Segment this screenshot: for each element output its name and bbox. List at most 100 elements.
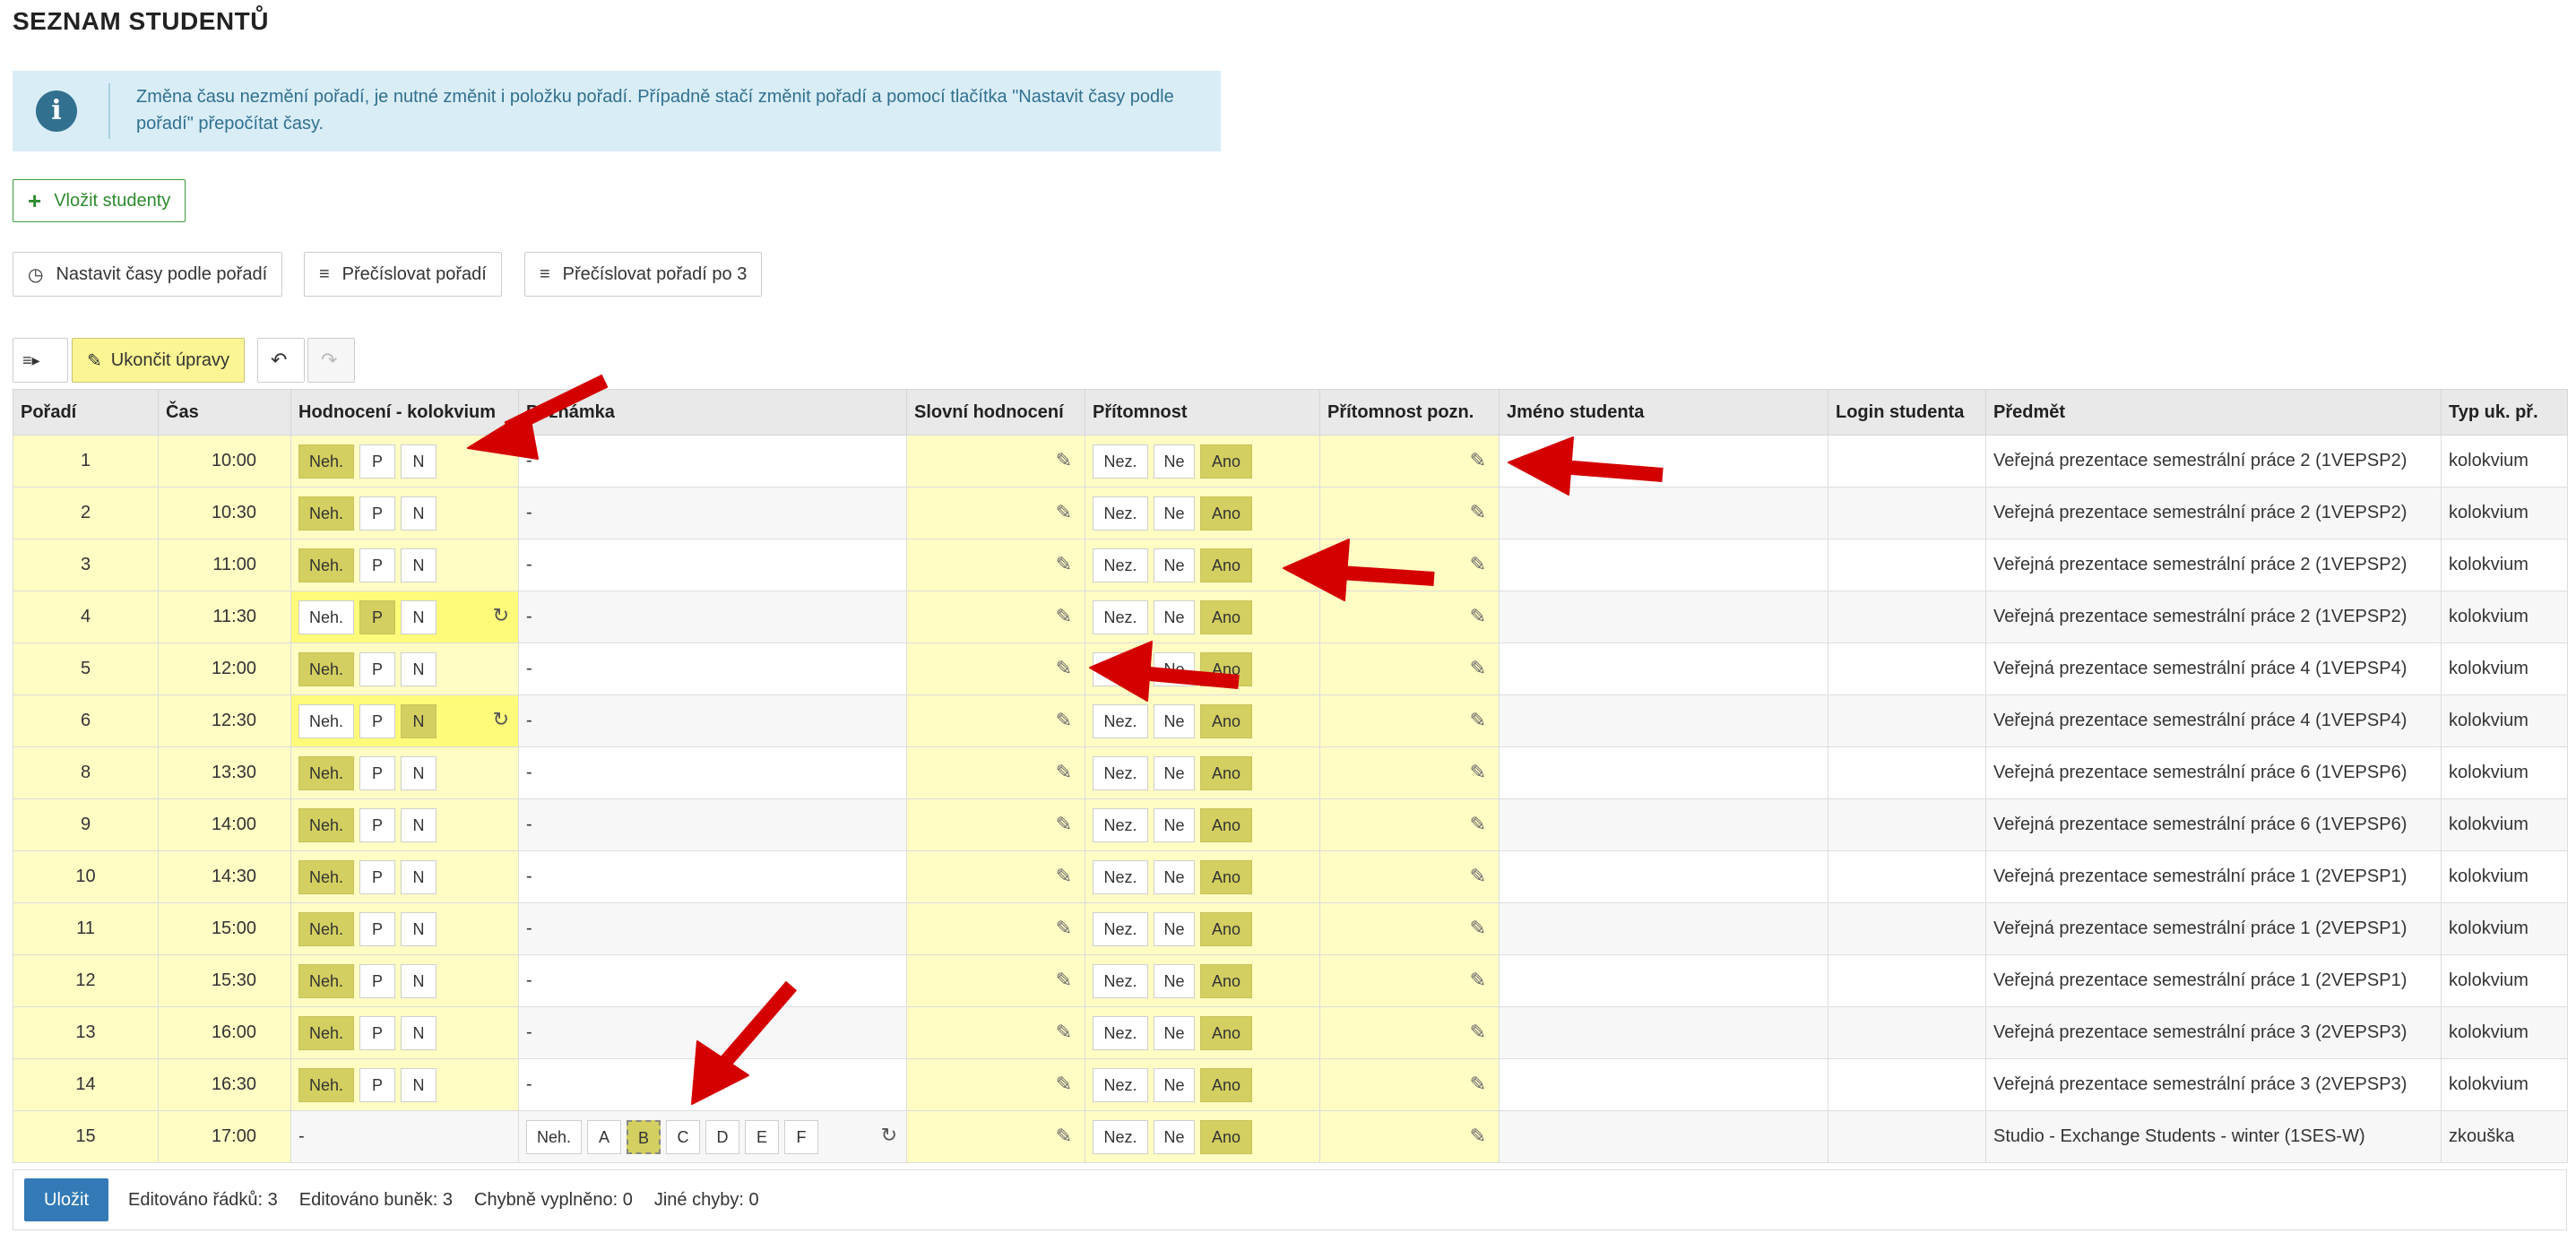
grade-choice-neh[interactable]: Neh. bbox=[298, 1067, 354, 1102]
order-cell[interactable]: 14 bbox=[13, 1058, 159, 1111]
presence-note-cell[interactable]: ✎ bbox=[1319, 954, 1500, 1007]
col-header[interactable]: Typ uk. př. bbox=[2441, 389, 2568, 436]
presence-choice-ano[interactable]: Ano bbox=[1200, 755, 1252, 790]
grade-cell[interactable]: Neh. P N bbox=[290, 435, 519, 487]
grade-cell[interactable]: Neh. P N bbox=[290, 487, 519, 539]
presence-note-cell[interactable]: ✎ bbox=[1319, 1058, 1500, 1111]
presence-choice-nez[interactable]: Nez. bbox=[1093, 1119, 1148, 1154]
order-cell[interactable]: 12 bbox=[13, 954, 159, 1007]
presence-cell[interactable]: Nez. Ne Ano bbox=[1085, 954, 1320, 1007]
presence-choice-ano[interactable]: Ano bbox=[1200, 807, 1252, 842]
presence-choice-ano[interactable]: Ano bbox=[1200, 444, 1252, 479]
presence-choice-nez[interactable]: Nez. bbox=[1093, 755, 1148, 790]
verbal-grade-cell[interactable]: ✎ bbox=[906, 487, 1085, 539]
presence-choice-ne[interactable]: Ne bbox=[1154, 859, 1195, 894]
order-cell[interactable]: 6 bbox=[13, 694, 159, 747]
grade-cell[interactable]: Neh. P N bbox=[290, 954, 519, 1007]
grade-cell[interactable]: Neh. P N bbox=[290, 643, 519, 695]
column-chooser-button[interactable]: ≡▸ bbox=[13, 338, 68, 383]
renumber-by3-button[interactable]: ≡ Přečíslovat pořadí po 3 bbox=[524, 252, 763, 297]
edit-icon[interactable]: ✎ bbox=[1056, 449, 1072, 472]
note-cell[interactable]: Neh. A B C D E F ↻ bbox=[518, 1110, 907, 1163]
presence-note-cell[interactable]: ✎ bbox=[1319, 435, 1500, 487]
edit-icon[interactable]: ✎ bbox=[1056, 865, 1072, 888]
presence-cell[interactable]: Nez. Ne Ano bbox=[1085, 643, 1320, 695]
order-cell[interactable]: 9 bbox=[13, 798, 159, 851]
presence-choice-ne[interactable]: Ne bbox=[1154, 1015, 1195, 1050]
note-cell[interactable]: - bbox=[518, 902, 907, 955]
grade-choice-p[interactable]: P bbox=[359, 1067, 395, 1102]
presence-note-cell[interactable]: ✎ bbox=[1319, 591, 1500, 643]
edit-icon[interactable]: ✎ bbox=[1470, 761, 1486, 784]
presence-cell[interactable]: Nez. Ne Ano bbox=[1085, 539, 1320, 591]
grade-choice-d[interactable]: D bbox=[705, 1119, 739, 1154]
time-cell[interactable]: 15:00 bbox=[158, 902, 291, 955]
grade-choice-p[interactable]: P bbox=[359, 703, 395, 738]
presence-choice-ano[interactable]: Ano bbox=[1200, 1119, 1252, 1154]
grade-choice-neh[interactable]: Neh. bbox=[298, 859, 354, 894]
grade-choice-f[interactable]: F bbox=[784, 1119, 818, 1154]
edit-icon[interactable]: ✎ bbox=[1470, 553, 1486, 576]
grade-choice-p[interactable]: P bbox=[359, 963, 395, 998]
grade-cell[interactable]: Neh. P N bbox=[290, 798, 519, 851]
presence-choice-ne[interactable]: Ne bbox=[1154, 651, 1195, 686]
presence-note-cell[interactable]: ✎ bbox=[1319, 1110, 1500, 1163]
col-header[interactable]: Pořadí bbox=[13, 389, 159, 436]
note-cell[interactable]: - bbox=[518, 694, 907, 747]
order-cell[interactable]: 4 bbox=[13, 591, 159, 643]
grade-choice-e[interactable]: E bbox=[745, 1119, 779, 1154]
presence-choice-ano[interactable]: Ano bbox=[1200, 963, 1252, 998]
order-cell[interactable]: 5 bbox=[13, 643, 159, 695]
grade-choice-n[interactable]: N bbox=[401, 548, 437, 582]
presence-choice-ne[interactable]: Ne bbox=[1154, 963, 1195, 998]
time-cell[interactable]: 13:30 bbox=[158, 746, 291, 799]
grade-cell[interactable]: - bbox=[290, 1110, 519, 1163]
edit-icon[interactable]: ✎ bbox=[1056, 657, 1072, 680]
edit-icon[interactable]: ✎ bbox=[1470, 917, 1486, 940]
presence-note-cell[interactable]: ✎ bbox=[1319, 746, 1500, 799]
grade-choice-a[interactable]: A bbox=[587, 1119, 621, 1154]
grade-choice-neh[interactable]: Neh. bbox=[298, 444, 354, 479]
presence-choice-nez[interactable]: Nez. bbox=[1093, 1015, 1148, 1050]
grade-choice-neh[interactable]: Neh. bbox=[298, 963, 354, 998]
grade-choice-p[interactable]: P bbox=[359, 755, 395, 790]
presence-cell[interactable]: Nez. Ne Ano bbox=[1085, 1006, 1320, 1059]
order-cell[interactable]: 3 bbox=[13, 539, 159, 591]
presence-choice-ne[interactable]: Ne bbox=[1154, 496, 1195, 530]
redo-button[interactable]: ↷ bbox=[307, 338, 355, 383]
grade-cell[interactable]: Neh. P N bbox=[290, 902, 519, 955]
edit-icon[interactable]: ✎ bbox=[1470, 1021, 1486, 1044]
edit-icon[interactable]: ✎ bbox=[1056, 501, 1072, 524]
reset-icon[interactable]: ↻ bbox=[493, 708, 509, 731]
grade-choice-neh[interactable]: Neh. bbox=[298, 548, 354, 582]
presence-cell[interactable]: Nez. Ne Ano bbox=[1085, 694, 1320, 747]
presence-choice-ano[interactable]: Ano bbox=[1200, 1015, 1252, 1050]
grade-choice-c[interactable]: C bbox=[666, 1119, 700, 1154]
grade-choice-neh[interactable]: Neh. bbox=[298, 807, 354, 842]
presence-cell[interactable]: Nez. Ne Ano bbox=[1085, 746, 1320, 799]
edit-icon[interactable]: ✎ bbox=[1056, 969, 1072, 992]
grade-choice-n[interactable]: N bbox=[401, 599, 437, 634]
note-cell[interactable]: - bbox=[518, 539, 907, 591]
presence-cell[interactable]: Nez. Ne Ano bbox=[1085, 487, 1320, 539]
grade-choice-n[interactable]: N bbox=[401, 651, 437, 686]
grade-choice-n[interactable]: N bbox=[401, 1015, 437, 1050]
edit-icon[interactable]: ✎ bbox=[1470, 1073, 1486, 1096]
grade-cell[interactable]: Neh. P N ↻ bbox=[290, 591, 519, 643]
note-cell[interactable]: - bbox=[518, 435, 907, 487]
time-cell[interactable]: 10:00 bbox=[158, 435, 291, 487]
presence-note-cell[interactable]: ✎ bbox=[1319, 487, 1500, 539]
edit-icon[interactable]: ✎ bbox=[1056, 605, 1072, 628]
verbal-grade-cell[interactable]: ✎ bbox=[906, 694, 1085, 747]
presence-choice-nez[interactable]: Nez. bbox=[1093, 548, 1148, 582]
presence-choice-ne[interactable]: Ne bbox=[1154, 599, 1195, 634]
presence-choice-ano[interactable]: Ano bbox=[1200, 496, 1252, 530]
verbal-grade-cell[interactable]: ✎ bbox=[906, 1058, 1085, 1111]
presence-cell[interactable]: Nez. Ne Ano bbox=[1085, 798, 1320, 851]
undo-button[interactable]: ↶ bbox=[257, 338, 305, 383]
presence-choice-nez[interactable]: Nez. bbox=[1093, 599, 1148, 634]
grade-choice-n[interactable]: N bbox=[401, 496, 437, 530]
grade-choice-n[interactable]: N bbox=[401, 703, 437, 738]
verbal-grade-cell[interactable]: ✎ bbox=[906, 798, 1085, 851]
grade-choice-neh[interactable]: Neh. bbox=[298, 1015, 354, 1050]
